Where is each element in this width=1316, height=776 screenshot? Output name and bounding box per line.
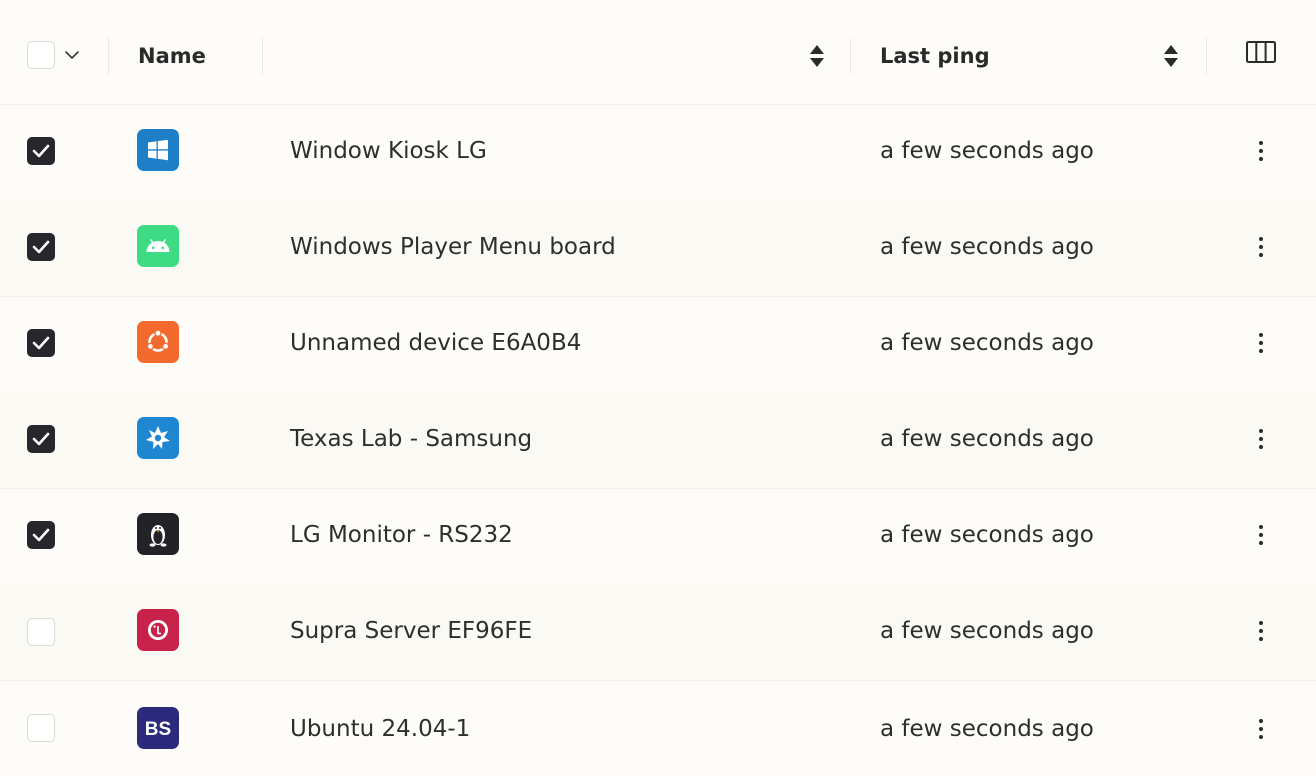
row-checkbox[interactable]: [27, 521, 55, 549]
device-name[interactable]: LG Monitor - RS232: [290, 520, 513, 550]
row-checkbox[interactable]: [27, 329, 55, 357]
table-row[interactable]: Supra Server EF96FE a few seconds ago: [0, 584, 1316, 681]
column-separator: [850, 38, 851, 74]
column-separator: [108, 38, 109, 74]
table-row[interactable]: Texas Lab - Samsung a few seconds ago: [0, 392, 1316, 489]
more-options-icon[interactable]: [1252, 427, 1270, 451]
android-icon: [137, 225, 179, 267]
more-options-icon[interactable]: [1252, 523, 1270, 547]
lg-webos-icon: [137, 609, 179, 651]
column-separator: [262, 38, 263, 74]
table-row[interactable]: BS Ubuntu 24.04-1 a few seconds ago: [0, 680, 1316, 776]
table-header: Name Last ping: [0, 0, 1316, 105]
more-options-icon[interactable]: [1252, 331, 1270, 355]
last-ping: a few seconds ago: [880, 426, 1094, 452]
table-row[interactable]: Window Kiosk LG a few seconds ago: [0, 104, 1316, 201]
row-checkbox[interactable]: [27, 618, 55, 646]
column-separator: [1206, 38, 1207, 74]
column-header-last-ping[interactable]: Last ping: [880, 42, 990, 70]
devices-table: Name Last ping Window Kiosk LG a few sec…: [0, 0, 1316, 768]
row-checkbox[interactable]: [27, 425, 55, 453]
last-ping: a few seconds ago: [880, 522, 1094, 548]
last-ping: a few seconds ago: [880, 716, 1094, 742]
more-options-icon[interactable]: [1252, 717, 1270, 741]
column-header-name[interactable]: Name: [138, 42, 206, 70]
table-row[interactable]: Unnamed device E6A0B4 a few seconds ago: [0, 296, 1316, 393]
brightsign-text: BS: [145, 719, 171, 740]
device-name[interactable]: Windows Player Menu board: [290, 232, 616, 262]
last-ping: a few seconds ago: [880, 618, 1094, 644]
tizen-icon: [137, 417, 179, 459]
columns-icon[interactable]: [1246, 41, 1276, 63]
table-row[interactable]: Windows Player Menu board a few seconds …: [0, 200, 1316, 297]
select-all-checkbox[interactable]: [27, 41, 55, 69]
device-name[interactable]: Window Kiosk LG: [290, 136, 487, 166]
more-options-icon[interactable]: [1252, 619, 1270, 643]
device-name[interactable]: Texas Lab - Samsung: [290, 424, 532, 454]
device-name[interactable]: Supra Server EF96FE: [290, 616, 532, 646]
last-ping: a few seconds ago: [880, 234, 1094, 260]
device-name[interactable]: Ubuntu 24.04-1: [290, 714, 470, 744]
last-ping: a few seconds ago: [880, 138, 1094, 164]
more-options-icon[interactable]: [1252, 235, 1270, 259]
more-options-icon[interactable]: [1252, 139, 1270, 163]
chevron-down-icon[interactable]: [64, 49, 80, 61]
brightsign-icon: BS: [137, 707, 179, 749]
row-checkbox[interactable]: [27, 137, 55, 165]
row-checkbox[interactable]: [27, 714, 55, 742]
last-ping: a few seconds ago: [880, 330, 1094, 356]
sort-icon[interactable]: [1163, 44, 1179, 68]
ubuntu-icon: [137, 321, 179, 363]
linux-icon: [137, 513, 179, 555]
sort-icon[interactable]: [809, 44, 825, 68]
device-name[interactable]: Unnamed device E6A0B4: [290, 328, 581, 358]
row-checkbox[interactable]: [27, 233, 55, 261]
table-row[interactable]: LG Monitor - RS232 a few seconds ago: [0, 488, 1316, 585]
windows-icon: [137, 129, 179, 171]
